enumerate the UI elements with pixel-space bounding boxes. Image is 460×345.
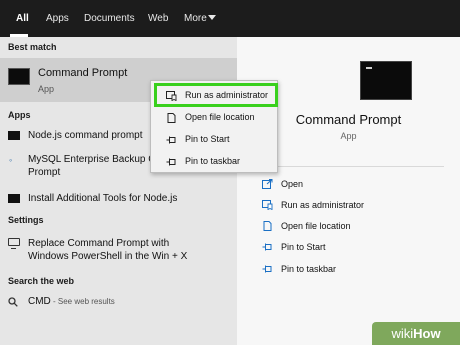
pin-icon (166, 158, 176, 166)
app-result-mysql[interactable]: MySQL Enterprise Backup Co Prompt (28, 153, 161, 179)
command-prompt-icon (360, 61, 412, 100)
tab-web[interactable]: Web (146, 0, 170, 37)
action-pin-to-start-label: Pin to Start (281, 242, 326, 252)
shield-run-icon (166, 91, 177, 101)
section-search-web: Search the web (8, 276, 75, 286)
section-settings: Settings (8, 215, 44, 225)
action-open-file-location-label: Open file location (281, 221, 351, 231)
tab-more[interactable]: More (182, 0, 209, 37)
tab-apps[interactable]: Apps (44, 0, 71, 37)
chevron-down-icon[interactable] (208, 15, 216, 20)
watermark-suffix: How (413, 326, 441, 341)
tab-documents[interactable]: Documents (82, 0, 137, 37)
section-best-match: Best match (8, 42, 57, 52)
mysql-icon: ◦ (9, 155, 13, 165)
action-run-as-admin-label: Run as administrator (281, 200, 365, 210)
settings-result-powershell[interactable]: Replace Command Prompt with Windows Powe… (28, 237, 187, 263)
section-apps: Apps (8, 110, 31, 120)
wikihow-watermark: wikiHow (372, 322, 460, 345)
context-run-as-admin[interactable]: Run as administrator (151, 85, 277, 107)
action-pin-to-taskbar-label: Pin to taskbar (281, 264, 337, 274)
best-match-subtitle: App (38, 84, 55, 94)
pin-icon (262, 243, 272, 251)
pin-icon (166, 136, 176, 144)
preview-divider (252, 166, 444, 167)
context-pin-to-taskbar[interactable]: Pin to taskbar (151, 151, 277, 173)
web-suffix: - See web results (50, 297, 115, 306)
search-icon (8, 297, 18, 307)
tab-all[interactable]: All (14, 0, 31, 37)
open-icon (262, 179, 273, 189)
best-match-title: Command Prompt (38, 67, 128, 79)
monitor-icon (8, 238, 20, 249)
watermark-prefix: wiki (391, 326, 414, 341)
console-icon (8, 131, 20, 140)
document-icon (167, 113, 176, 123)
context-menu: Run as administrator Open file location … (150, 80, 278, 173)
action-open-label: Open (281, 179, 304, 189)
app-result-install-tools[interactable]: Install Additional Tools for Node.js (28, 192, 177, 205)
context-run-as-admin-label: Run as administrator (185, 90, 269, 100)
context-pin-to-taskbar-label: Pin to taskbar (185, 156, 241, 166)
context-open-file-location-label: Open file location (185, 112, 255, 122)
console-icon (8, 194, 20, 203)
search-filter-bar: All Apps Documents Web More (0, 0, 460, 37)
document-icon (263, 221, 272, 231)
shield-run-icon (262, 200, 273, 210)
web-query: CMD (28, 296, 51, 307)
context-open-file-location[interactable]: Open file location (151, 107, 277, 129)
settings-result-line1: Replace Command Prompt with (28, 238, 170, 249)
app-result-mysql-line2: Prompt (28, 167, 61, 178)
pin-icon (262, 265, 272, 273)
command-prompt-icon (8, 68, 30, 85)
app-result-mysql-line1: MySQL Enterprise Backup Co (28, 154, 162, 165)
context-pin-to-start-label: Pin to Start (185, 134, 230, 144)
app-result-nodejs[interactable]: Node.js command prompt (28, 129, 143, 142)
context-pin-to-start[interactable]: Pin to Start (151, 129, 277, 151)
web-result-cmd[interactable]: CMD - See web results (28, 295, 115, 308)
settings-result-line2: Windows PowerShell in the Win + X (28, 251, 188, 262)
